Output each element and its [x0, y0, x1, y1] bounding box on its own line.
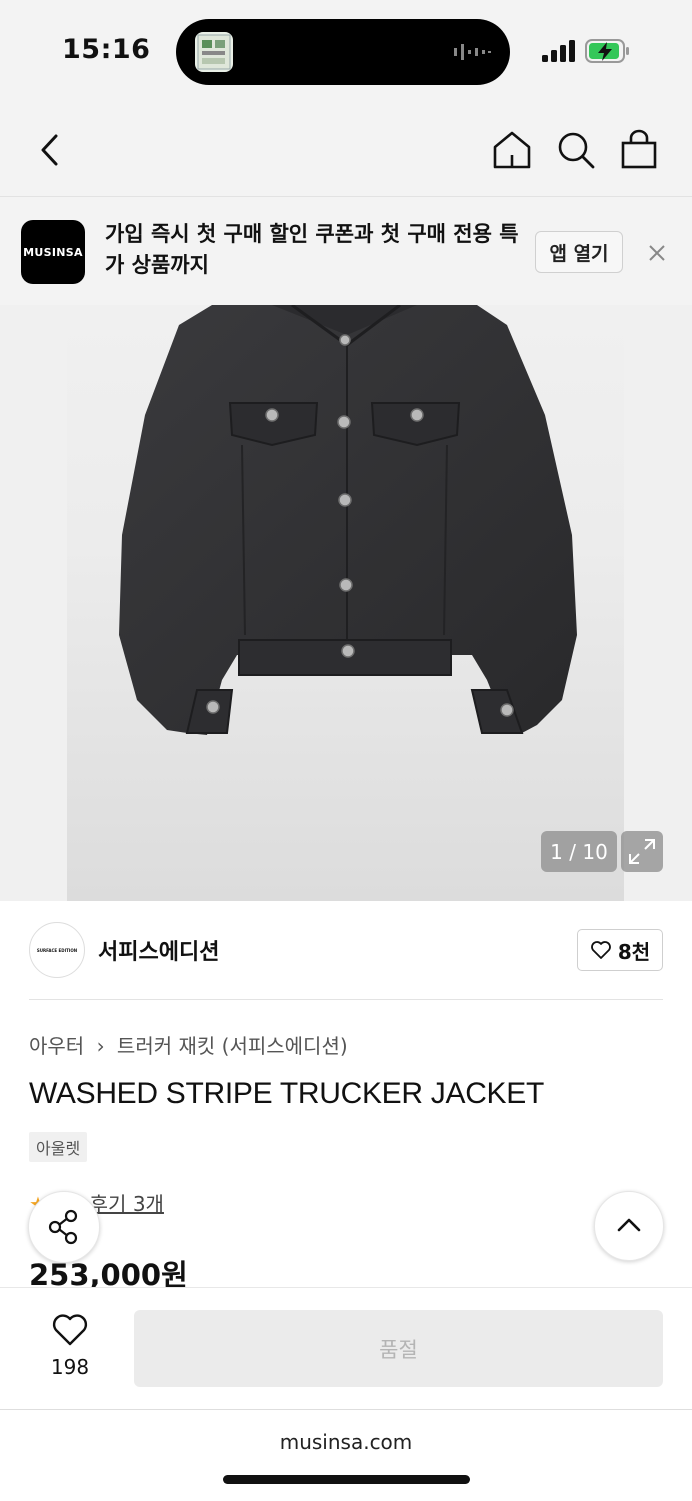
- expand-icon[interactable]: [621, 831, 663, 872]
- divider: [29, 999, 663, 1000]
- banner-message: 가입 즉시 첫 구매 할인 쿠폰과 첫 구매 전용 특가 상품까지: [105, 222, 519, 277]
- search-icon[interactable]: [554, 128, 598, 172]
- close-icon[interactable]: [644, 240, 670, 266]
- musinsa-logo: MUSINSA: [21, 220, 85, 284]
- brand-logo[interactable]: SURFACE EDITION: [29, 922, 85, 978]
- product-title: WASHED STRIPE TRUCKER JACKET: [29, 1077, 545, 1110]
- image-counter: 1 / 10: [541, 831, 617, 872]
- now-playing-thumbnail: [195, 32, 233, 72]
- status-time: 15:16: [62, 34, 151, 65]
- chevron-right-icon: ›: [96, 1034, 105, 1058]
- cellular-signal-icon: [542, 40, 575, 62]
- back-icon[interactable]: [28, 128, 72, 172]
- open-app-button[interactable]: 앱 열기: [535, 231, 623, 273]
- breadcrumb-subcategory[interactable]: 트러커 재킷 (서피스에디션): [117, 1034, 348, 1058]
- chevron-up-icon: [617, 1218, 641, 1232]
- soldout-button[interactable]: 품절: [134, 1310, 663, 1387]
- home-indicator[interactable]: [223, 1475, 470, 1484]
- browser-url-bar: [0, 1409, 692, 1501]
- brand-like-count: 8천: [617, 939, 651, 964]
- brand-name[interactable]: 서피스에디션: [98, 934, 219, 966]
- brand-like-button[interactable]: 8천: [577, 929, 663, 971]
- wish-count: 198: [50, 1355, 90, 1379]
- review-link[interactable]: 후기 3개: [90, 1192, 164, 1216]
- heart-icon: [590, 941, 611, 959]
- cart-icon[interactable]: [617, 128, 661, 172]
- audio-wave-icon: [454, 44, 491, 60]
- breadcrumb: 아우터 › 트러커 재킷 (서피스에디션): [29, 1030, 348, 1059]
- scroll-to-top-button[interactable]: [594, 1191, 664, 1261]
- heart-icon[interactable]: [51, 1313, 89, 1347]
- browser-url[interactable]: musinsa.com: [0, 1430, 692, 1454]
- home-icon[interactable]: [490, 128, 534, 172]
- battery-charging-icon: [585, 39, 629, 63]
- outlet-tag: 아울렛: [29, 1132, 88, 1162]
- breadcrumb-category[interactable]: 아우터: [29, 1034, 84, 1058]
- product-image[interactable]: [67, 305, 624, 901]
